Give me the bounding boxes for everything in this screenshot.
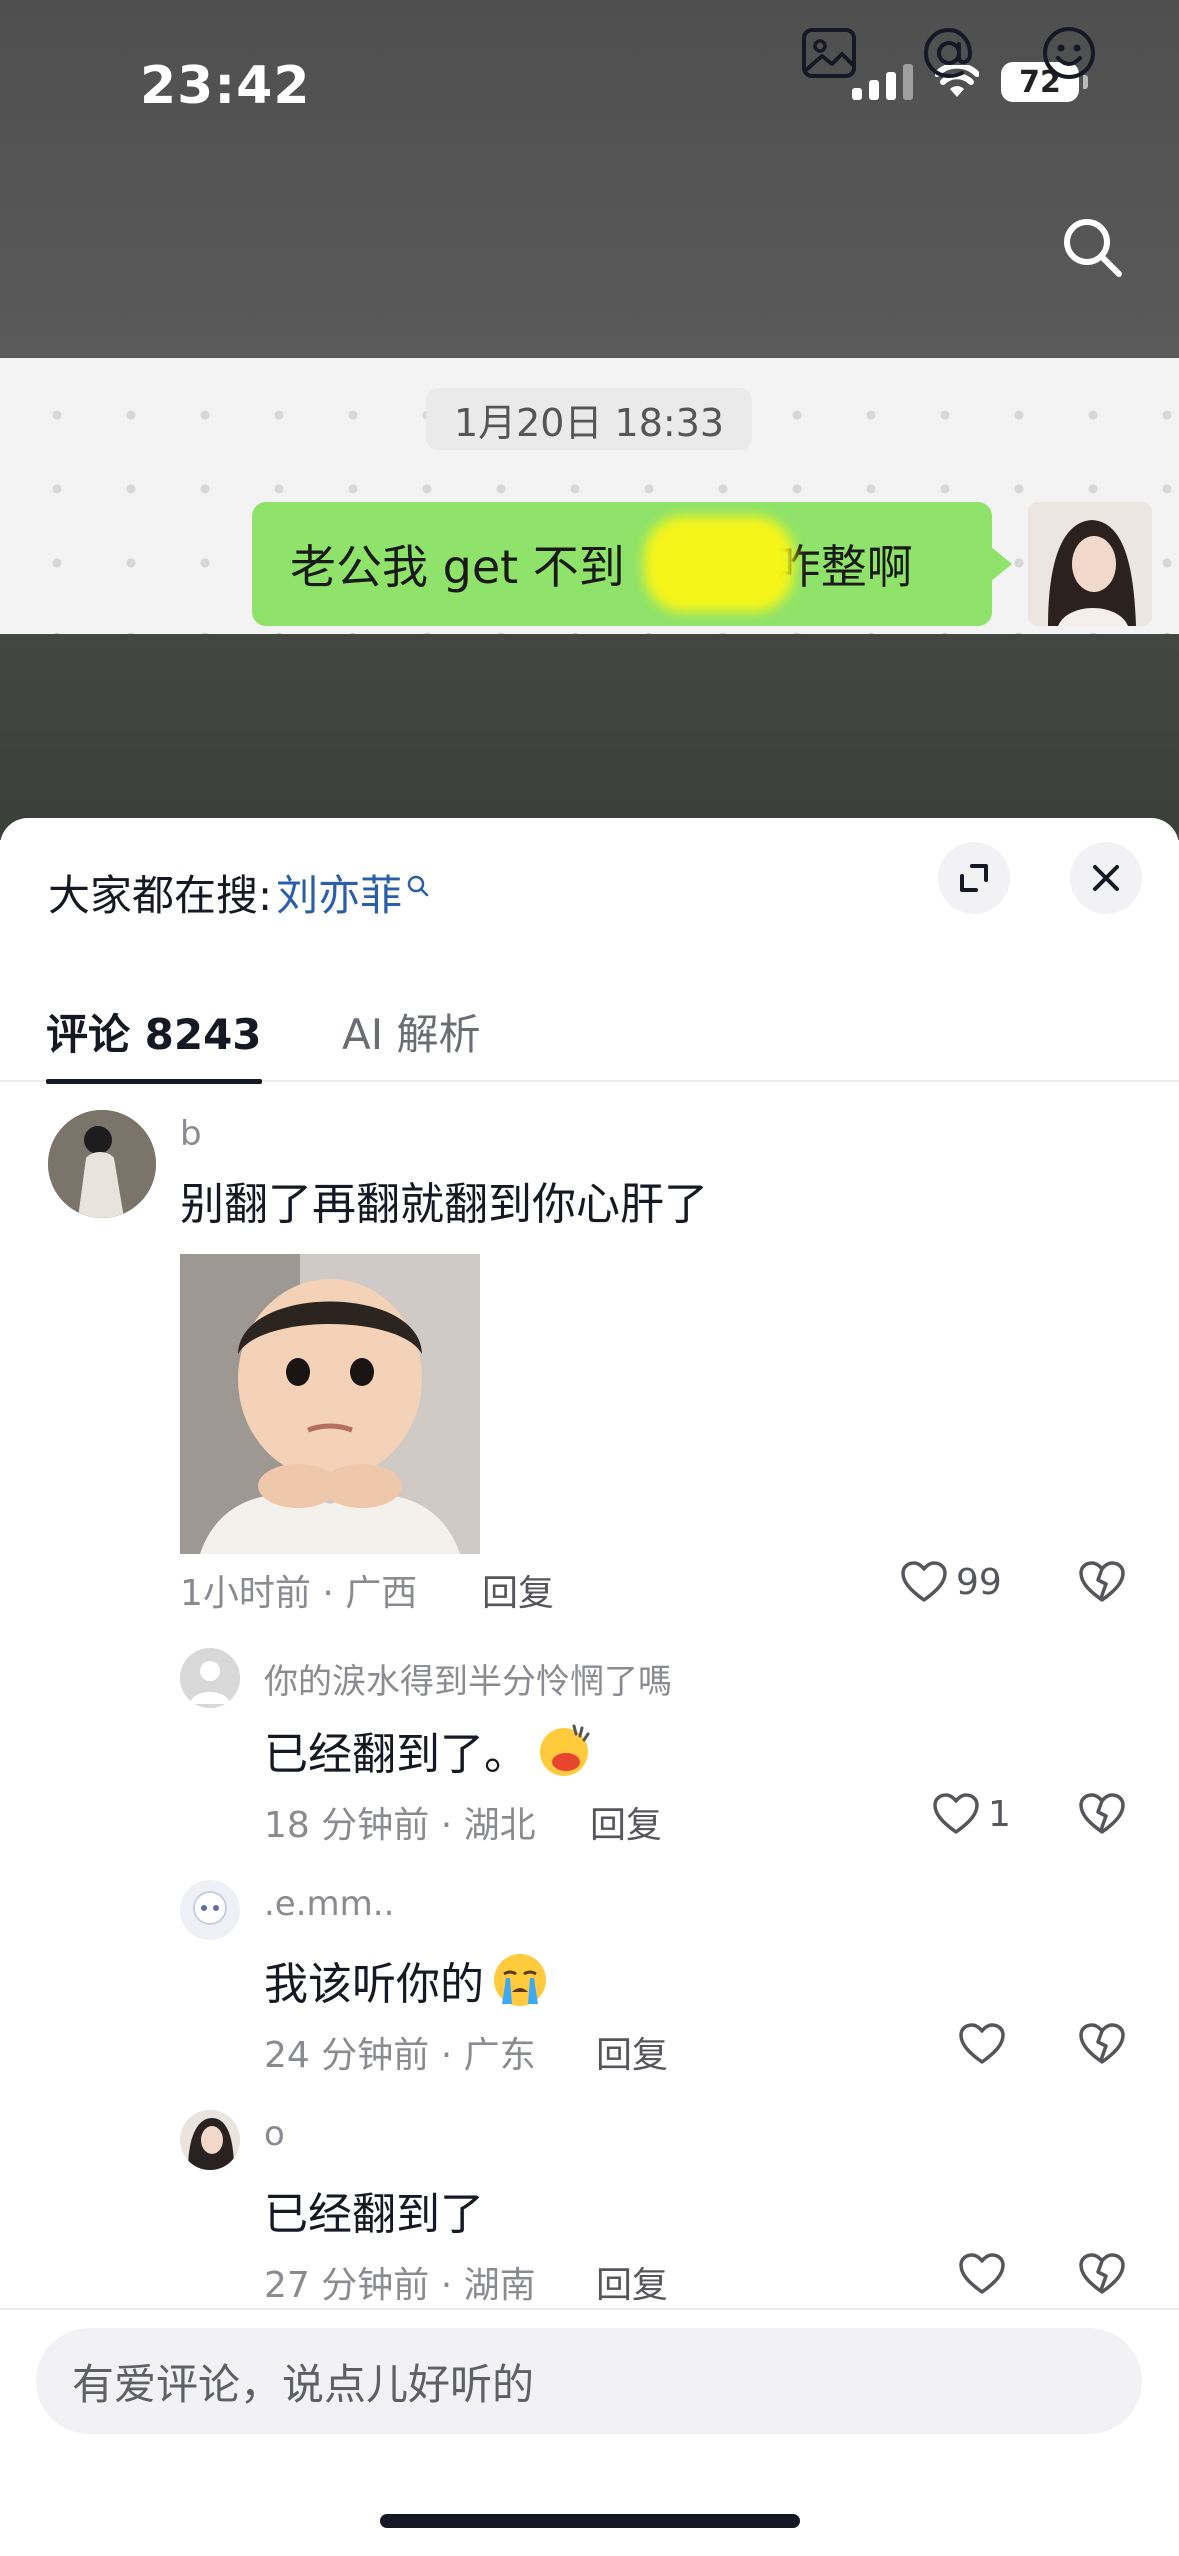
hot-search[interactable]: 大家都在搜: 刘亦菲 [48,862,430,923]
comment-input-placeholder: 有爱评论，说点儿好听的 [72,2359,535,2409]
dislike-icon[interactable] [1078,1792,1126,1836]
avatar[interactable] [180,1880,240,1940]
reply-meta: 24 分钟前 · 广东 [264,2035,536,2076]
emoji-icon[interactable] [1038,22,1100,84]
comment-sheet: 大家都在搜: 刘亦菲 评论 8243 AI 解析 b 别翻了再翻就翻到你心肝了 [0,818,1179,2556]
status-time: 23:42 [140,56,311,116]
like-button[interactable]: 1 [932,1792,1011,1836]
reply-button[interactable]: 回复 [596,2026,668,2078]
reply-text[interactable]: 我该听你的 [264,1948,550,2012]
tab-comments[interactable]: 评论 8243 [46,980,262,1084]
reply-button[interactable]: 回复 [482,1564,554,1616]
search-icon[interactable] [1057,212,1127,282]
home-indicator[interactable] [380,2514,800,2528]
bubble-text-start: 老公我 get 不到 [290,540,625,594]
heart-icon [959,2253,1005,2294]
heart-icon [959,2023,1005,2064]
reply-username[interactable]: o [264,2114,285,2154]
avatar[interactable] [180,1648,240,1708]
avatar[interactable] [48,1110,156,1218]
signal-icon [852,64,913,100]
chat-bubble: 老公我 get 不到 咋整啊 [252,502,1012,626]
mention-icon[interactable] [918,22,980,84]
image-icon[interactable] [798,22,860,84]
reply-text[interactable]: 已经翻到了。 [264,1718,594,1782]
comment-input[interactable]: 有爱评论，说点儿好听的 [36,2328,1142,2434]
avatar[interactable] [180,2110,240,2170]
like-count: 1 [988,1793,1011,1835]
hot-search-keyword[interactable]: 刘亦菲 [276,862,402,923]
crying-emoji-icon [494,1954,546,2006]
heart-icon [901,1561,947,1602]
tab-ai-analysis[interactable]: AI 解析 [342,980,480,1082]
comment-text[interactable]: 别翻了再翻就翻到你心肝了 [180,1168,708,1232]
dislike-icon[interactable] [1078,1560,1126,1604]
reply-username[interactable]: 你的涙水得到半分怜惘了嗎 [264,1654,672,1703]
reply-button[interactable]: 回复 [590,1796,662,1848]
kiss-emoji-icon [540,1724,590,1776]
dislike-icon[interactable] [1078,2022,1126,2066]
like-button[interactable]: 99 [900,1560,1002,1604]
comment-tabs: 评论 8243 AI 解析 [0,980,1179,1084]
close-button[interactable] [1070,842,1142,914]
comment-sticker-image[interactable] [180,1254,480,1554]
like-count: 99 [956,1561,1002,1603]
hot-search-label: 大家都在搜: [48,871,273,920]
search-icon [407,875,429,896]
comment-username[interactable]: b [180,1114,202,1154]
reply-button[interactable]: 回复 [596,2256,668,2308]
like-button[interactable] [958,2022,1006,2066]
expand-button[interactable] [938,842,1010,914]
redaction-mark [644,516,794,612]
chat-avatar [1028,502,1152,626]
comment-meta: 1小时前 · 广西 [180,1573,418,1614]
reply-meta: 27 分钟前 · 湖南 [264,2265,536,2306]
reply-text[interactable]: 已经翻到了 [264,2178,484,2242]
heart-icon [933,1793,979,1834]
bubble-text-end: 咋整啊 [774,540,913,594]
reply-username[interactable]: .e.mm.. [264,1884,394,1924]
close-icon [1093,865,1119,891]
chat-timestamp: 1月20日 18:33 [426,388,752,450]
dislike-icon[interactable] [1078,2252,1126,2296]
reply-meta: 18 分钟前 · 湖北 [264,1805,536,1846]
expand-icon [960,864,988,892]
like-button[interactable] [958,2252,1006,2296]
